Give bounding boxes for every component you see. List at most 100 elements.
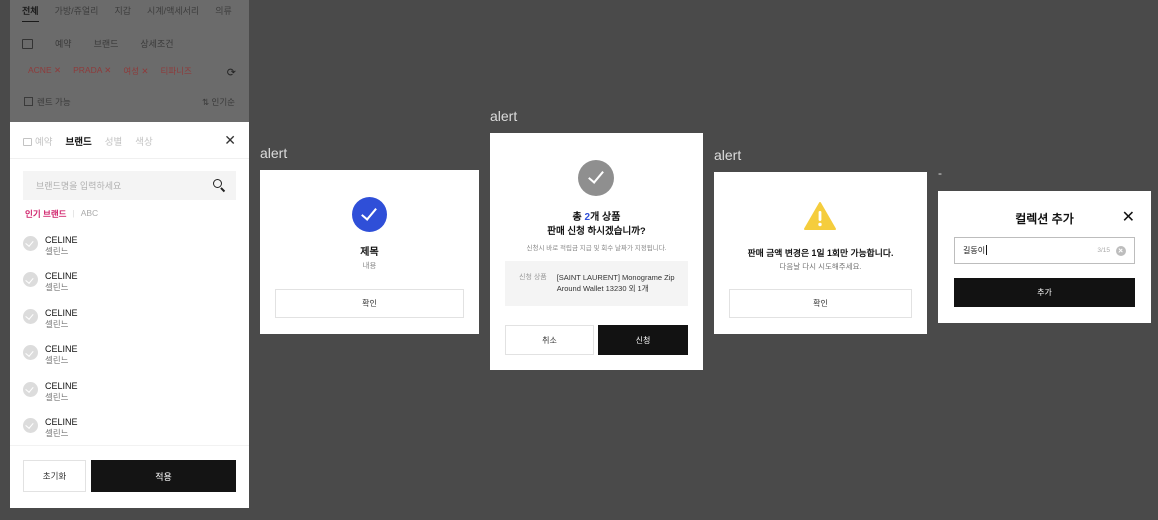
checkbox-label: 렌트 가능 <box>37 97 71 107</box>
add-button[interactable]: 추가 <box>954 278 1135 307</box>
active-filter-tags: ACNE ✕ PRADA ✕ 여성 ✕ 티파니즈 <box>28 65 192 77</box>
search-icon[interactable] <box>213 179 226 192</box>
brand-name-en: CELINE <box>45 271 78 282</box>
filter-row: 예약 브랜드 상세조건 <box>22 37 174 50</box>
brand-item[interactable]: CELINE 셀린느 <box>23 235 236 271</box>
alert-body: 다음날 다시 시도해주세요. <box>779 262 862 271</box>
sale-request-dialog: 총 2개 상품 판매 신청 하시겠습니까? 신청시 바로 적립금 지급 및 회수… <box>490 133 703 370</box>
filter-detail[interactable]: 상세조건 <box>140 37 173 50</box>
divider <box>10 158 249 159</box>
tab-watches[interactable]: 시계/액세서리 <box>147 4 199 22</box>
warning-icon <box>803 201 837 231</box>
tab-popular-brands[interactable]: 인기 브랜드 <box>25 208 66 220</box>
filter-brand[interactable]: 브랜드 <box>94 37 119 50</box>
dialog-caption: - <box>938 166 942 180</box>
product-value: [SAINT LAURENT] Monograme Zip Around Wal… <box>556 273 675 293</box>
filter-tag[interactable]: PRADA ✕ <box>73 65 111 77</box>
brand-sort-tabs: 인기 브랜드 | ABC <box>25 208 98 220</box>
close-icon[interactable]: ✕ <box>224 133 236 147</box>
tab-color[interactable]: 색상 <box>135 134 152 148</box>
close-icon[interactable]: ✕ <box>1122 210 1135 226</box>
check-icon <box>23 381 38 397</box>
product-label: 신청 상품 <box>519 274 547 281</box>
basic-alert-dialog: 제목 내용 확인 <box>260 170 479 334</box>
char-counter: 3/15 <box>1097 247 1110 254</box>
check-circle-icon <box>578 160 614 196</box>
alert-caption: alert <box>490 108 518 124</box>
tab-label: 예약 <box>35 137 53 148</box>
confirm-button[interactable]: 확인 <box>729 289 912 318</box>
dialog-title: 총 2개 상품 <box>490 208 703 223</box>
background-page: 전체 가방/쥬얼리 지갑 시계/액세서리 의류 예약 브랜드 상세조건 ACNE… <box>10 0 249 122</box>
apply-button[interactable]: 적용 <box>91 460 236 492</box>
collection-name-input[interactable]: 길동이 3/15 <box>954 237 1135 264</box>
sheet-footer: 초기화 적용 <box>10 445 249 508</box>
filter-tag[interactable]: 티파니즈 <box>161 65 192 77</box>
brand-name-ko: 셀린느 <box>45 282 69 293</box>
check-icon <box>23 236 38 251</box>
tab-clothing[interactable]: 의류 <box>215 4 232 22</box>
brand-item[interactable]: CELINE 셀린느 <box>23 344 236 380</box>
sort-dropdown[interactable]: ⇅ 인기순 <box>202 96 235 108</box>
title-prefix: 총 <box>572 212 585 223</box>
filter-reservation[interactable]: 예약 <box>55 37 72 50</box>
brand-name-ko: 셀린느 <box>45 355 69 366</box>
calendar-icon[interactable] <box>22 38 33 49</box>
tab-abc[interactable]: ABC <box>81 208 98 220</box>
brand-name-ko: 셀린느 <box>45 246 69 256</box>
brand-item[interactable]: CELINE 셀린느 <box>23 271 236 307</box>
check-icon <box>23 272 38 288</box>
submit-button[interactable]: 신청 <box>598 325 688 355</box>
add-collection-dialog: 컬렉션 추가 ✕ 길동이 3/15 추가 <box>938 191 1151 323</box>
tab-gender[interactable]: 성별 <box>105 134 122 148</box>
reset-button[interactable]: 초기화 <box>23 460 86 492</box>
dialog-question: 판매 신청 하시겠습니까? <box>547 226 646 237</box>
brand-name-ko: 셀린느 <box>45 391 69 402</box>
tab-wallets[interactable]: 지갑 <box>114 4 131 22</box>
clear-icon[interactable] <box>1116 245 1126 256</box>
check-icon <box>23 308 38 324</box>
sort-label: 인기순 <box>211 97 235 107</box>
confirm-button[interactable]: 확인 <box>275 289 464 318</box>
brand-name-en: CELINE <box>45 380 78 391</box>
checkbox-icon <box>24 97 33 106</box>
check-circle-icon <box>352 197 387 232</box>
cancel-button[interactable]: 취소 <box>505 325 594 355</box>
brand-name-en: CELINE <box>45 307 78 318</box>
text-caret <box>986 245 988 255</box>
refresh-icon[interactable]: ⟳ <box>227 66 236 79</box>
tab-brand[interactable]: 브랜드 <box>65 134 91 148</box>
title-suffix: 개 상품 <box>590 212 621 223</box>
product-summary: 신청 상품 [SAINT LAURENT] Monograme Zip Arou… <box>505 261 688 306</box>
check-icon <box>23 345 38 361</box>
brand-name-ko: 셀린느 <box>45 427 69 438</box>
brand-filter-sheet: 예약 브랜드 성별 색상 ✕ 브랜드명을 입력하세요 인기 브랜드 | ABC … <box>10 122 249 508</box>
alert-title: 판매 금액 변경은 1일 1회만 가능합니다. <box>747 248 894 258</box>
brand-list: CELINE 셀린느 CELINE 셀린느 CELINE 셀린느 CELINE 셀린느 … <box>23 235 236 453</box>
dialog-notice: 신청시 바로 적립금 지급 및 회수 날짜가 지정됩니다. <box>526 245 667 252</box>
alert-caption: alert <box>260 145 288 161</box>
rent-available-checkbox[interactable]: 렌트 가능 <box>24 96 71 108</box>
calendar-icon <box>23 138 32 146</box>
check-icon <box>23 417 38 433</box>
tab-all[interactable]: 전체 <box>22 4 39 22</box>
list-options-row: 렌트 가능 ⇅ 인기순 <box>24 96 235 108</box>
dialog-title: 컬렉션 추가 <box>1015 212 1074 226</box>
brand-item[interactable]: CELINE 셀린느 <box>23 381 236 417</box>
sheet-tabs: 예약 브랜드 성별 색상 <box>23 134 236 148</box>
brand-item[interactable]: CELINE 셀린느 <box>23 308 236 344</box>
alert-caption: alert <box>714 147 742 163</box>
search-placeholder: 브랜드명을 입력하세요 <box>36 181 122 191</box>
brand-name-en: CELINE <box>45 235 78 245</box>
filter-tag[interactable]: ACNE ✕ <box>28 65 61 77</box>
divider: | <box>72 208 75 218</box>
brand-name-ko: 셀린느 <box>45 318 69 329</box>
tab-reservation[interactable]: 예약 <box>23 134 52 148</box>
tab-bags[interactable]: 가방/쥬얼리 <box>55 4 99 22</box>
brand-name-en: CELINE <box>45 344 78 355</box>
brand-search-input[interactable]: 브랜드명을 입력하세요 <box>23 171 236 200</box>
input-text: 길동이 <box>963 246 986 255</box>
category-tabs: 전체 가방/쥬얼리 지갑 시계/액세서리 의류 <box>22 4 232 22</box>
filter-tag[interactable]: 여성 ✕ <box>123 65 148 77</box>
input-value: 길동이 <box>963 245 988 256</box>
